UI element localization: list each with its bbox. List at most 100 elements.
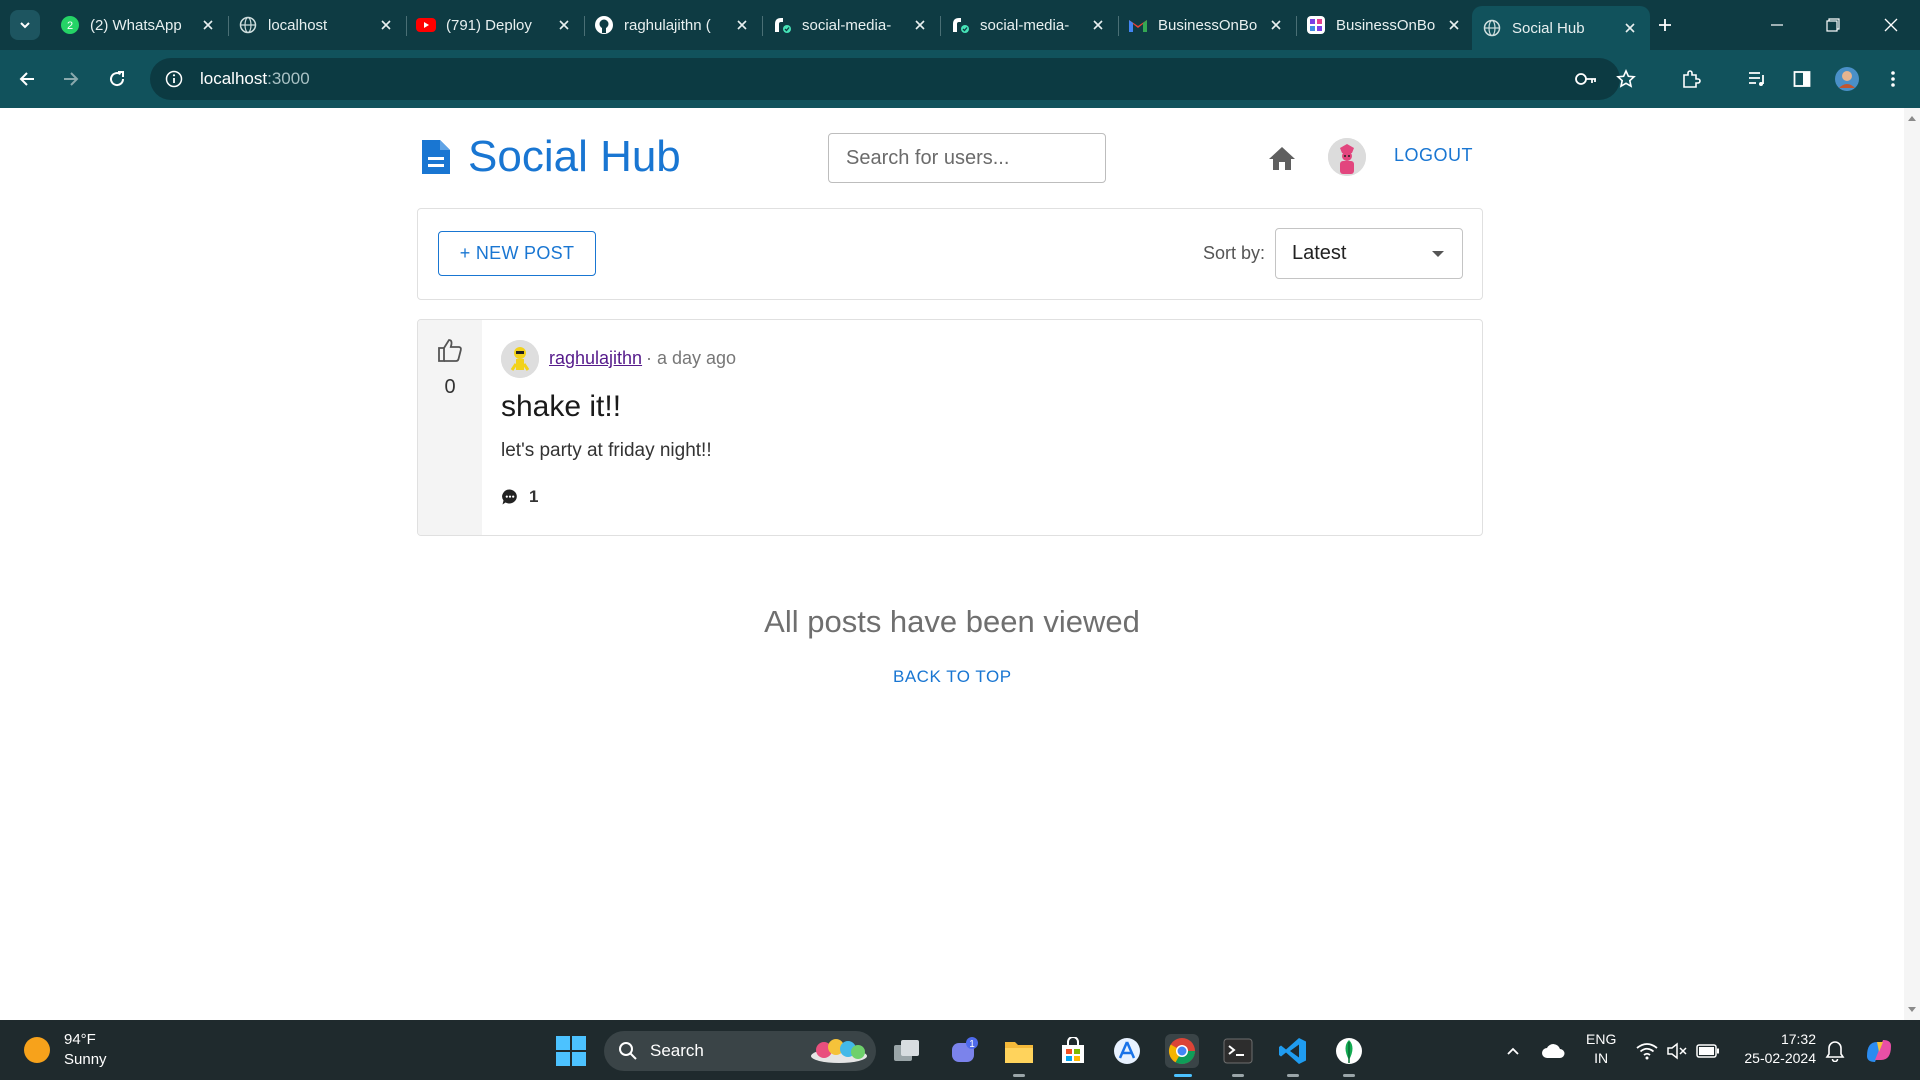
post-title[interactable]: shake it!! — [501, 390, 621, 424]
tab-whatsapp[interactable]: 2 (2) WhatsApp — [50, 7, 228, 43]
user-search-input[interactable] — [828, 133, 1106, 183]
tab-render-2[interactable]: social-media- — [940, 7, 1118, 43]
sort-label: Sort by: — [1203, 243, 1266, 263]
post-author-avatar[interactable] — [501, 340, 539, 378]
profile-avatar-button[interactable] — [1832, 64, 1862, 94]
task-view-button[interactable] — [890, 1034, 924, 1068]
language-code: ENG — [1586, 1031, 1617, 1047]
close-icon[interactable] — [1266, 15, 1286, 35]
mongodb-compass-button[interactable] — [1332, 1034, 1366, 1068]
page-scrollbar[interactable] — [1904, 108, 1920, 1020]
media-control-button[interactable] — [1742, 64, 1772, 94]
close-icon[interactable] — [1444, 15, 1464, 35]
chrome-button[interactable] — [1165, 1034, 1199, 1068]
tab-businessonbot[interactable]: BusinessOnBo — [1296, 7, 1474, 43]
post-timestamp: · a day ago — [646, 348, 737, 368]
new-tab-button[interactable] — [1652, 12, 1678, 38]
store-icon — [1062, 1037, 1084, 1063]
profile-avatar-icon — [1835, 67, 1859, 91]
close-icon[interactable] — [376, 15, 396, 35]
back-button[interactable] — [12, 64, 42, 94]
reload-button[interactable] — [102, 64, 132, 94]
scroll-up-icon[interactable] — [1908, 116, 1916, 121]
close-window-button[interactable] — [1868, 10, 1914, 40]
close-icon[interactable] — [1620, 18, 1640, 38]
render-icon — [950, 15, 970, 35]
like-button[interactable] — [436, 336, 464, 364]
tab-localhost[interactable]: localhost — [228, 7, 406, 43]
side-panel-button[interactable] — [1787, 64, 1817, 94]
globe-icon — [238, 15, 258, 35]
comments-button[interactable]: 1 — [501, 487, 538, 507]
tab-search-button[interactable] — [10, 10, 40, 40]
tab-gmail[interactable]: BusinessOnBo — [1118, 7, 1296, 43]
microsoft-store-button[interactable] — [1056, 1034, 1090, 1068]
close-icon[interactable] — [1088, 15, 1108, 35]
teams-chat-button[interactable]: 1 — [948, 1034, 982, 1068]
home-button[interactable] — [1266, 143, 1298, 173]
close-icon[interactable] — [198, 15, 218, 35]
tab-title: BusinessOnBo — [1336, 16, 1436, 34]
chrome-menu-button[interactable] — [1878, 64, 1908, 94]
weather-widget[interactable]: 94°F Sunny — [24, 1030, 107, 1070]
back-to-top-button[interactable]: BACK TO TOP — [893, 667, 1012, 687]
system-clock[interactable]: 17:32 25-02-2024 — [1736, 1030, 1816, 1068]
tab-youtube[interactable]: (791) Deploy — [406, 7, 584, 43]
render-icon — [772, 15, 792, 35]
tab-github[interactable]: raghulajithn ( — [584, 7, 762, 43]
sort-select[interactable]: Latest — [1275, 228, 1463, 279]
address-bar[interactable]: localhost:3000 — [150, 58, 1636, 100]
tab-render-1[interactable]: social-media- — [762, 7, 940, 43]
tab-title: social-media- — [980, 16, 1070, 34]
close-icon — [1884, 18, 1898, 32]
file-explorer-button[interactable] — [1002, 1034, 1036, 1068]
close-icon[interactable] — [910, 15, 930, 35]
minimize-icon — [1771, 24, 1783, 26]
input-language[interactable]: ENG IN — [1586, 1030, 1616, 1068]
taskbar-search[interactable]: Search — [604, 1031, 876, 1071]
avatar-icon — [1328, 138, 1366, 176]
clock-date: 25-02-2024 — [1744, 1050, 1816, 1066]
terminal-button[interactable] — [1221, 1034, 1255, 1068]
tab-title: BusinessOnBo — [1158, 16, 1258, 34]
vscode-button[interactable] — [1276, 1034, 1310, 1068]
restore-button[interactable] — [1810, 10, 1856, 40]
tab-social-hub[interactable]: Social Hub — [1472, 6, 1650, 50]
comment-count: 1 — [529, 487, 539, 506]
close-icon[interactable] — [554, 15, 574, 35]
post-author-link[interactable]: raghulajithn — [549, 348, 642, 369]
close-icon[interactable] — [732, 15, 752, 35]
brand-logo[interactable]: Social Hub — [420, 132, 681, 182]
onedrive-button[interactable] — [1536, 1034, 1570, 1068]
folder-icon — [1005, 1042, 1033, 1063]
bookmark-star-icon[interactable] — [1614, 67, 1638, 91]
battery-icon — [1696, 1044, 1719, 1058]
extensions-button[interactable] — [1676, 64, 1706, 94]
task-view-icon — [894, 1040, 919, 1061]
gmail-icon — [1128, 15, 1148, 35]
notifications-button[interactable] — [1818, 1034, 1852, 1068]
new-post-button[interactable]: + NEW POST — [438, 231, 596, 276]
tray-overflow-button[interactable] — [1496, 1034, 1530, 1068]
tab-title: raghulajithn ( — [624, 16, 711, 34]
volume-status[interactable] — [1660, 1034, 1694, 1068]
search-highlight-icon — [811, 1039, 867, 1063]
copilot-button[interactable] — [1862, 1034, 1896, 1068]
restore-icon — [1826, 18, 1840, 32]
running-indicator — [1232, 1074, 1244, 1077]
scroll-down-icon[interactable] — [1908, 1007, 1916, 1012]
app-launcher-button[interactable] — [1110, 1034, 1144, 1068]
wifi-status[interactable] — [1630, 1034, 1664, 1068]
search-icon — [619, 1042, 637, 1060]
logout-button[interactable]: LOGOUT — [1394, 145, 1473, 166]
start-button[interactable] — [556, 1036, 586, 1066]
minimize-button[interactable] — [1754, 10, 1800, 40]
info-icon[interactable] — [162, 67, 186, 91]
forward-button[interactable] — [56, 64, 86, 94]
battery-status[interactable] — [1691, 1034, 1725, 1068]
browser-toolbar: localhost:3000 — [0, 50, 1920, 108]
plus-icon — [1659, 19, 1671, 31]
password-key-icon[interactable] — [1574, 67, 1598, 91]
more-vertical-icon — [1891, 71, 1895, 87]
user-avatar[interactable] — [1328, 138, 1366, 176]
